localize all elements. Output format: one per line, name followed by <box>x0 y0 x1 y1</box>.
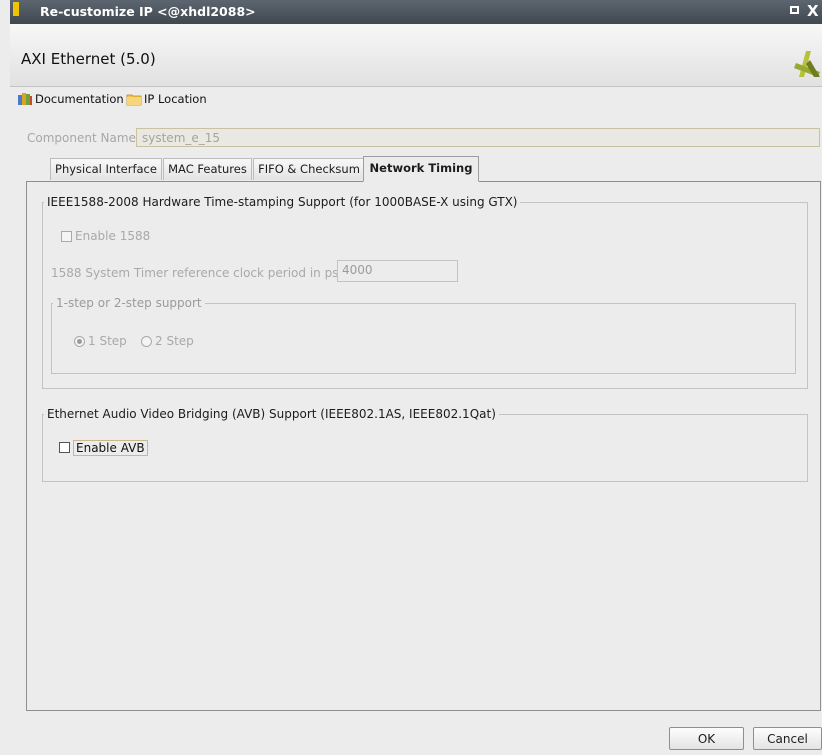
close-icon[interactable]: X <box>807 1 822 21</box>
enable-avb-checkbox[interactable] <box>59 442 70 453</box>
tab-mac-features[interactable]: MAC Features <box>163 158 252 180</box>
timer-period-input[interactable]: 4000 <box>337 260 458 282</box>
enable-1588-label: Enable 1588 <box>75 229 151 243</box>
ip-title: AXI Ethernet (5.0) <box>21 50 156 68</box>
window-title: Re-customize IP <@xhdl2088> <box>40 4 256 19</box>
xilinx-logo-icon <box>794 51 820 77</box>
tab-physical-interface[interactable]: Physical Interface <box>50 158 162 180</box>
enable-1588-checkbox[interactable] <box>61 231 72 242</box>
cancel-button[interactable]: Cancel <box>753 727 822 750</box>
component-name-label: Component Name <box>27 131 136 145</box>
vivado-icon <box>13 2 19 16</box>
tab-network-timing[interactable]: Network Timing <box>363 156 479 182</box>
tab-fifo-checksum[interactable]: FIFO & Checksum <box>253 158 365 180</box>
step-support-group-title: 1-step or 2-step support <box>53 296 205 310</box>
component-name-input[interactable] <box>136 128 820 147</box>
two-step-radio[interactable] <box>141 336 152 347</box>
documentation-link[interactable]: Documentation <box>17 92 124 106</box>
maximize-icon[interactable] <box>790 6 799 14</box>
documentation-label: Documentation <box>35 92 124 106</box>
ip-location-link[interactable]: IP Location <box>126 92 207 106</box>
ip-location-label: IP Location <box>144 92 207 106</box>
two-step-label: 2 Step <box>155 334 194 348</box>
one-step-label: 1 Step <box>88 334 127 348</box>
folder-icon <box>126 94 142 106</box>
books-icon <box>18 93 32 105</box>
timer-period-label: 1588 System Timer reference clock period… <box>51 266 339 280</box>
timestamping-group-title: IEEE1588-2008 Hardware Time-stamping Sup… <box>44 195 521 209</box>
window-title-bar[interactable]: Re-customize IP <@xhdl2088> X <box>10 0 822 24</box>
enable-avb-label[interactable]: Enable AVB <box>73 440 148 456</box>
dialog-header: AXI Ethernet (5.0) <box>10 24 822 87</box>
avb-group <box>42 414 808 482</box>
one-step-radio-dot <box>77 339 82 344</box>
ok-button[interactable]: OK <box>669 727 744 750</box>
avb-group-title: Ethernet Audio Video Bridging (AVB) Supp… <box>44 407 499 421</box>
